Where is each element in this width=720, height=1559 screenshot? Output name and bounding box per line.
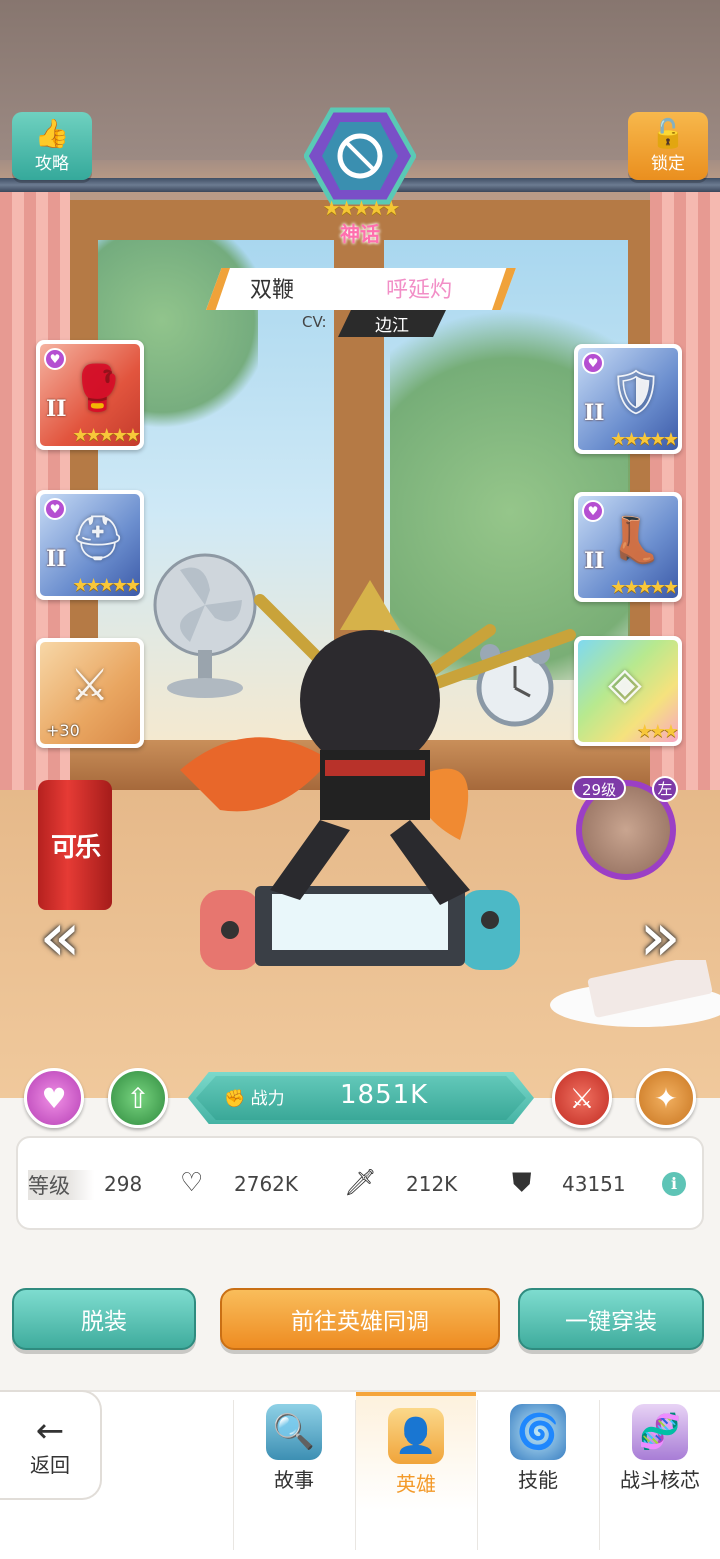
enhance-level: +30 (46, 721, 80, 740)
unequip-button[interactable]: 脱装 (12, 1288, 196, 1350)
prev-hero-arrow-icon[interactable]: « (30, 898, 90, 978)
magnifier-book-icon: 🔍 (266, 1404, 322, 1460)
equipment-slot-gloves[interactable]: ♥ 🥊 II ★★★★★ (36, 340, 144, 450)
vortex-icon: 🌀 (510, 1404, 566, 1460)
helmet-art: ♥ ⛑ II ★★★★★ (40, 494, 140, 596)
boots-icon: 👢 (608, 515, 663, 566)
power-value: 1851K (340, 1080, 429, 1110)
tab-battle-core-label: 战斗核芯 (620, 1468, 700, 1492)
attack-value: 212K (406, 1172, 458, 1196)
item-stars: ★★★ (636, 721, 678, 742)
stats-panel: 等级 298 ♡ 2762K 🗡 212K ⛊ 43151 i (16, 1136, 704, 1230)
equipment-slot-weapon[interactable]: ⚔ +30 (36, 638, 144, 748)
tab-skill-label: 技能 (518, 1468, 558, 1492)
item-stars: ★★★★★ (72, 575, 140, 596)
star-burst-icon: ✦ (654, 1081, 678, 1115)
hero-title: 双鞭 (250, 278, 295, 303)
tier-label: II (46, 396, 67, 422)
tab-story[interactable]: 🔍 故事 (234, 1392, 354, 1559)
gem-icon: ♥ (44, 498, 66, 520)
cv-label: CV: (302, 313, 327, 331)
back-button[interactable]: ← 返回 (0, 1390, 102, 1500)
crossed-swords-icon: ⚔ (569, 1081, 595, 1115)
weapon-art: ⚔ +30 (40, 642, 140, 744)
fist-icon: ✊ (224, 1089, 246, 1109)
equipment-slot-helmet[interactable]: ♥ ⛑ II ★★★★★ (36, 490, 144, 600)
gloves-art: ♥ 🥊 II ★★★★★ (40, 344, 140, 446)
companion-level: 29级 (572, 776, 627, 800)
tier-label: II (46, 546, 67, 572)
equipment-slot-boots[interactable]: ♥ 👢 II ★★★★★ (574, 492, 682, 602)
power-label: ✊ 战力 (224, 1084, 285, 1109)
rank-stars: ★★★★★ (322, 196, 401, 220)
tab-story-label: 故事 (274, 1468, 314, 1492)
equip-all-button[interactable]: 一键穿装 (518, 1288, 704, 1350)
hp-value: 2762K (234, 1172, 299, 1196)
defense-value: 43151 (562, 1172, 626, 1196)
tier-label: II (584, 548, 605, 574)
item-stars: ★★★★★ (72, 425, 140, 446)
unlock-icon: 🔓 (650, 116, 686, 150)
equipment-slot-treasure[interactable]: ◈ ★★★ (574, 636, 682, 746)
companion-hero-badge[interactable]: 29级 左 (572, 776, 688, 880)
crest-icon: ◈ (608, 658, 642, 709)
soda-can: 可乐 (38, 780, 112, 910)
heart-icon: ♡ (180, 1168, 204, 1198)
myth-rank-emblem-icon (304, 107, 416, 205)
upgrade-button[interactable]: ⇧ (108, 1068, 168, 1128)
tab-skill[interactable]: 🌀 技能 (478, 1392, 598, 1559)
battle-button[interactable]: ⚔ (552, 1068, 612, 1128)
guide-button[interactable]: 👍 攻略 (12, 112, 92, 180)
tab-hero[interactable]: 👤 英雄 (356, 1392, 476, 1559)
armor-art: ♥ 🛡 II ★★★★★ (578, 348, 678, 450)
gem-button[interactable]: ♥ (24, 1068, 84, 1128)
skill-star-button[interactable]: ✦ (636, 1068, 696, 1128)
tier-label: II (584, 400, 605, 426)
armor-icon: 🛡 (608, 367, 664, 418)
hero-portrait-icon: 👤 (388, 1408, 444, 1464)
gem-icon: ♥ (44, 348, 66, 370)
hero-sync-button[interactable]: 前往英雄同调 (220, 1288, 500, 1350)
companion-side: 左 (652, 776, 678, 802)
sword-icon: 🗡 (344, 1168, 378, 1198)
boots-art: ♥ 👢 II ★★★★★ (578, 496, 678, 598)
hero-character-art (180, 580, 576, 905)
heart-gem-icon: ♥ (41, 1081, 67, 1115)
thumbs-up-icon: 👍 (34, 116, 70, 150)
guide-label: 攻略 (35, 153, 69, 174)
crossed-whips-icon: ⚔ (70, 660, 110, 711)
cv-name: 边江 (338, 310, 446, 337)
level-label: 等级 (28, 1170, 94, 1200)
lock-button[interactable]: 🔓 锁定 (628, 112, 708, 180)
shield-icon: ⛊ (512, 1168, 532, 1198)
back-label: 返回 (30, 1452, 70, 1477)
gem-icon: ♥ (582, 352, 604, 374)
item-stars: ★★★★★ (610, 577, 678, 598)
back-arrow-icon: ← (35, 1410, 65, 1451)
dna-icon: 🧬 (632, 1404, 688, 1460)
gloves-icon: 🥊 (70, 363, 125, 414)
hero-name: 呼延灼 (386, 278, 453, 303)
equipment-slot-armor[interactable]: ♥ 🛡 II ★★★★★ (574, 344, 682, 454)
lock-label: 锁定 (651, 153, 685, 174)
level-value: 298 (104, 1172, 143, 1196)
tab-battle-core[interactable]: 🧬 战斗核芯 (600, 1392, 720, 1559)
next-hero-arrow-icon[interactable]: » (630, 898, 690, 978)
boot-upgrade-icon: ⇧ (126, 1081, 150, 1115)
tab-hero-label: 英雄 (396, 1472, 436, 1496)
treasure-art: ◈ ★★★ (578, 640, 678, 742)
power-label-text: 战力 (250, 1089, 285, 1109)
rank-label: 神话 (340, 222, 380, 246)
gem-icon: ♥ (582, 500, 604, 522)
item-stars: ★★★★★ (610, 429, 678, 450)
info-icon[interactable]: i (662, 1172, 686, 1196)
helmet-icon: ⛑ (70, 513, 126, 564)
